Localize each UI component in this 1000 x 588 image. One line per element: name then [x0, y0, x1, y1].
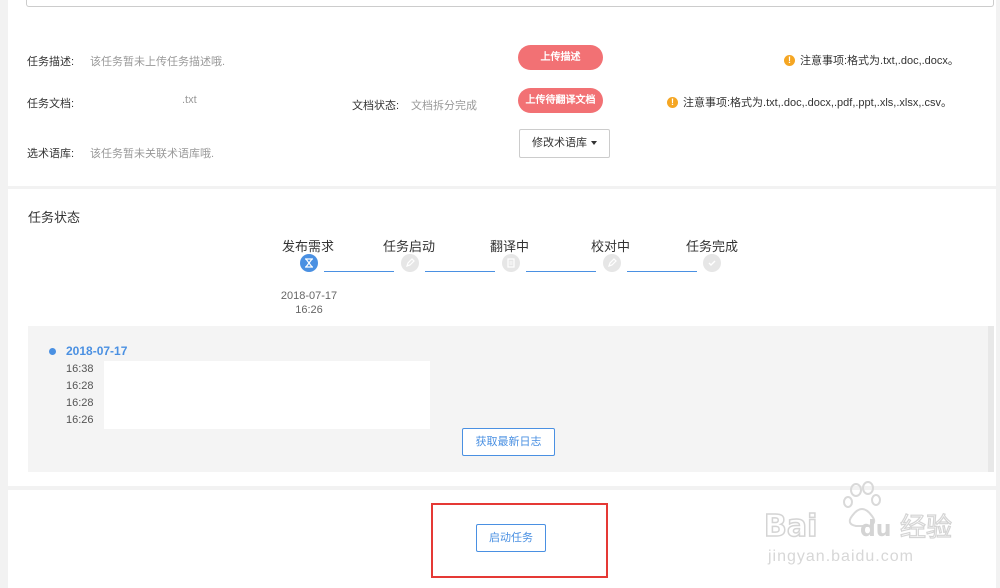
step-connector	[425, 271, 495, 272]
log-entries-redacted	[104, 361, 430, 429]
note-document-text: 注意事项:格式为.txt,.doc,.docx,.pdf,.ppt,.xls,.…	[683, 97, 952, 109]
step-label-publish: 发布需求	[282, 239, 335, 254]
log-timeline-dot	[49, 348, 56, 355]
step-translating	[502, 254, 520, 272]
warning-icon: !	[667, 96, 678, 108]
upload-description-button[interactable]: 上传描述	[518, 45, 603, 70]
publish-time: 16:26	[295, 304, 323, 316]
svg-text:Bai: Bai	[764, 509, 817, 544]
step-proofreading	[603, 254, 621, 272]
hourglass-icon	[305, 258, 313, 268]
glossary-label: 选术语库:	[27, 148, 75, 160]
caret-down-icon	[591, 141, 597, 146]
modify-glossary-dropdown[interactable]: 修改术语库	[519, 129, 610, 158]
step-label-complete: 任务完成	[686, 239, 739, 254]
svg-text:经验: 经验	[900, 513, 952, 543]
step-start	[401, 254, 419, 272]
check-icon	[708, 260, 716, 266]
warning-icon: !	[784, 54, 795, 66]
document-filename[interactable]: .txt	[182, 94, 197, 106]
description-label: 任务描述:	[27, 56, 75, 68]
highlight-box	[431, 503, 608, 578]
step-connector	[526, 271, 596, 272]
publish-datetime: 2018-07-17 16:26	[272, 289, 346, 317]
step-label-translating: 翻译中	[490, 239, 530, 254]
glossary-value: 该任务暂未关联术语库哦.	[90, 148, 215, 160]
log-time: 16:28	[66, 397, 94, 409]
task-status-title: 任务状态	[28, 210, 81, 225]
baidu-jingyan-logo: Bai du 经验	[763, 481, 953, 545]
log-date: 2018-07-17	[66, 344, 128, 358]
description-value: 该任务暂未上传任务描述哦.	[90, 56, 226, 68]
pencil-icon	[406, 258, 415, 267]
log-scrollbar[interactable]	[988, 326, 994, 472]
step-label-proofreading: 校对中	[591, 239, 631, 254]
publish-date: 2018-07-17	[280, 290, 338, 302]
step-complete	[703, 254, 721, 272]
document-icon	[507, 258, 515, 268]
upload-document-button[interactable]: 上传待翻译文档	[518, 88, 603, 113]
doc-status-value: 文档拆分完成	[411, 100, 477, 112]
modify-glossary-label: 修改术语库	[532, 137, 587, 149]
document-label: 任务文档:	[27, 98, 75, 110]
step-connector	[324, 271, 394, 272]
step-publish	[300, 254, 318, 272]
fetch-log-button[interactable]: 获取最新日志	[462, 428, 555, 456]
note-document: ! 注意事项:格式为.txt,.doc,.docx,.pdf,.ppt,.xls,…	[667, 94, 952, 110]
comment-textarea[interactable]	[26, 0, 994, 7]
log-time: 16:28	[66, 380, 94, 392]
log-time: 16:38	[66, 363, 94, 375]
note-description-text: 注意事项:格式为.txt,.doc,.docx。	[800, 55, 959, 67]
watermark-url: jingyan.baidu.com	[768, 548, 914, 565]
step-connector	[627, 271, 697, 272]
doc-status-label: 文档状态:	[352, 100, 400, 112]
step-label-start: 任务启动	[383, 239, 436, 254]
pencil-icon	[608, 258, 617, 267]
svg-text:du: du	[860, 517, 891, 542]
log-time: 16:26	[66, 414, 94, 426]
note-description: ! 注意事项:格式为.txt,.doc,.docx。	[784, 52, 959, 68]
